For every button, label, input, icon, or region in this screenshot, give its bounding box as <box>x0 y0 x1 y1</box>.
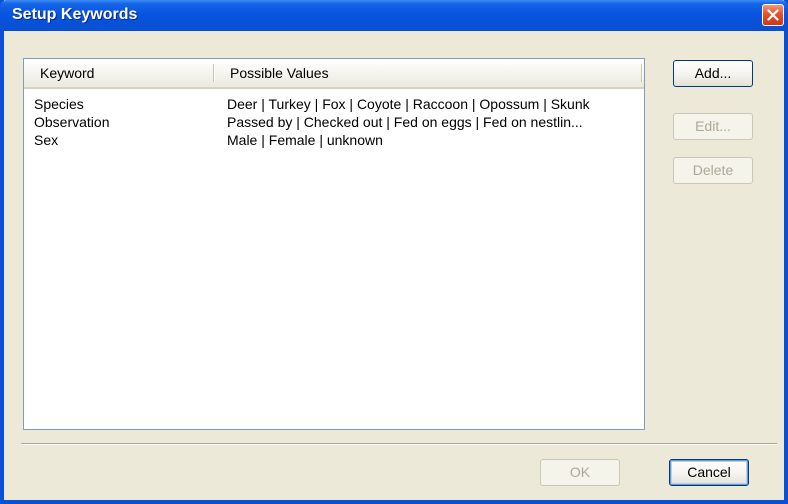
close-button[interactable] <box>762 4 784 26</box>
edit-button[interactable]: Edit... <box>673 113 753 140</box>
keyword-cell: Observation <box>34 114 110 130</box>
values-cell: Passed by | Checked out | Fed on eggs | … <box>227 114 583 130</box>
column-header-possible-values[interactable]: Possible Values <box>230 59 329 87</box>
list-item[interactable]: Species Deer | Turkey | Fox | Coyote | R… <box>24 95 644 113</box>
close-x-icon <box>767 9 779 21</box>
divider <box>21 443 777 445</box>
column-divider[interactable] <box>213 64 215 82</box>
add-button[interactable]: Add... <box>673 60 753 87</box>
values-cell: Deer | Turkey | Fox | Coyote | Raccoon |… <box>227 96 590 112</box>
delete-button[interactable]: Delete <box>673 157 753 184</box>
ok-button[interactable]: OK <box>540 459 620 486</box>
keyword-cell: Sex <box>34 132 59 148</box>
window-title: Setup Keywords <box>12 6 138 23</box>
setup-keywords-dialog: Setup Keywords Keyword Possible Values S… <box>0 0 788 504</box>
list-item[interactable]: Observation Passed by | Checked out | Fe… <box>24 113 644 131</box>
list-item[interactable]: Sex Male | Female | unknown <box>24 131 644 149</box>
keyword-cell: Species <box>34 96 84 112</box>
list-header: Keyword Possible Values <box>24 59 644 89</box>
title-bar[interactable]: Setup Keywords <box>0 0 788 31</box>
cancel-button[interactable]: Cancel <box>669 459 749 486</box>
column-divider[interactable] <box>641 64 643 82</box>
values-cell: Male | Female | unknown <box>227 132 383 148</box>
keywords-list[interactable]: Keyword Possible Values Species Deer | T… <box>23 58 645 430</box>
column-header-keyword[interactable]: Keyword <box>40 59 94 87</box>
